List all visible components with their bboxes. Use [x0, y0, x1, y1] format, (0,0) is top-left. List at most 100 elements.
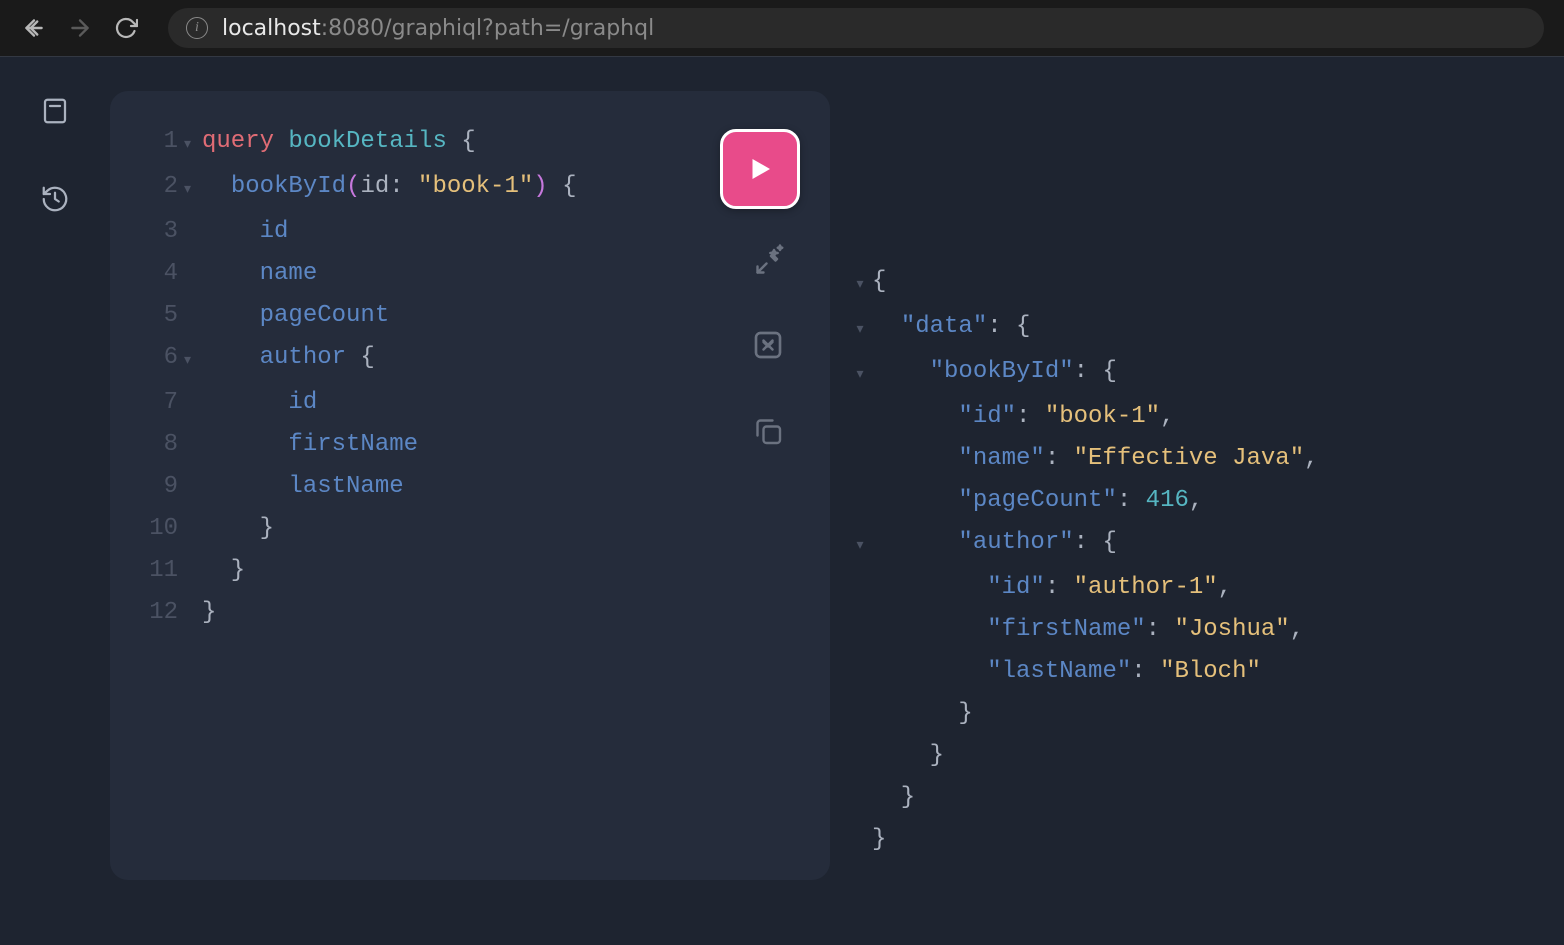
line-number: 4: [134, 253, 184, 295]
fold-icon[interactable]: ▾: [848, 351, 872, 396]
result-panel[interactable]: ▾{▾ "data": {▾ "bookById": { "id": "book…: [830, 57, 1564, 880]
fold-icon[interactable]: ▾: [184, 121, 202, 166]
result-line: }: [848, 693, 1544, 735]
history-icon[interactable]: [39, 183, 71, 215]
forward-button[interactable]: [66, 14, 94, 42]
result-line: "lastName": "Bloch": [848, 651, 1544, 693]
code-line: 3 id: [134, 211, 810, 253]
url-text: localhost:8080/graphiql?path=/graphql: [222, 16, 654, 41]
line-content: author {: [202, 337, 810, 382]
prettify-icon[interactable]: [750, 241, 786, 277]
line-content: "id": "author-1",: [872, 567, 1232, 609]
result-line: }: [848, 819, 1544, 861]
fold-icon: [848, 396, 872, 438]
graphiql-app: 1▾query bookDetails {2▾ bookById(id: "bo…: [0, 56, 1564, 880]
reload-button[interactable]: [112, 14, 140, 42]
line-content: "pageCount": 416,: [872, 480, 1203, 522]
code-line: 10 }: [134, 508, 810, 550]
line-number: 6: [134, 337, 184, 382]
result-line: "name": "Effective Java",: [848, 438, 1544, 480]
code-line: 6▾ author {: [134, 337, 810, 382]
fold-icon[interactable]: ▾: [848, 522, 872, 567]
line-content: {: [872, 261, 886, 306]
code-line: 9 lastName: [134, 466, 810, 508]
result-line: "firstName": "Joshua",: [848, 609, 1544, 651]
browser-toolbar: i localhost:8080/graphiql?path=/graphql: [0, 0, 1564, 56]
copy-icon[interactable]: [750, 413, 786, 449]
execute-button[interactable]: [720, 129, 800, 209]
line-number: 7: [134, 382, 184, 424]
line-content: "bookById": {: [872, 351, 1117, 396]
fold-icon: [184, 211, 202, 253]
result-line: ▾ "author": {: [848, 522, 1544, 567]
result-line: "id": "book-1",: [848, 396, 1544, 438]
sidebar: [0, 57, 110, 880]
line-number: 8: [134, 424, 184, 466]
line-content: query bookDetails {: [202, 121, 810, 166]
fold-icon: [848, 651, 872, 693]
fold-icon: [184, 592, 202, 634]
fold-icon: [184, 295, 202, 337]
line-content: "author": {: [872, 522, 1117, 567]
code-line: 11 }: [134, 550, 810, 592]
code-line: 5 pageCount: [134, 295, 810, 337]
line-number: 12: [134, 592, 184, 634]
editor-tools: [750, 241, 786, 449]
fold-icon: [848, 609, 872, 651]
fold-icon[interactable]: ▾: [184, 337, 202, 382]
line-content: }: [202, 508, 810, 550]
fold-icon[interactable]: ▾: [848, 261, 872, 306]
line-content: id: [202, 211, 810, 253]
line-number: 9: [134, 466, 184, 508]
line-content: "id": "book-1",: [872, 396, 1174, 438]
line-content: }: [872, 693, 973, 735]
line-content: lastName: [202, 466, 810, 508]
fold-icon[interactable]: ▾: [848, 306, 872, 351]
code-line: 1▾query bookDetails {: [134, 121, 810, 166]
line-content: pageCount: [202, 295, 810, 337]
result-line: ▾ "bookById": {: [848, 351, 1544, 396]
merge-icon[interactable]: [750, 327, 786, 363]
fold-icon: [184, 424, 202, 466]
result-line: }: [848, 735, 1544, 777]
fold-icon[interactable]: ▾: [184, 166, 202, 211]
line-content: "name": "Effective Java",: [872, 438, 1319, 480]
fold-icon: [184, 253, 202, 295]
fold-icon: [184, 466, 202, 508]
query-editor[interactable]: 1▾query bookDetails {2▾ bookById(id: "bo…: [110, 91, 830, 880]
fold-icon: [848, 480, 872, 522]
line-content: id: [202, 382, 810, 424]
line-content: }: [872, 735, 944, 777]
line-number: 5: [134, 295, 184, 337]
line-content: firstName: [202, 424, 810, 466]
back-button[interactable]: [20, 14, 48, 42]
line-number: 2: [134, 166, 184, 211]
url-bar[interactable]: i localhost:8080/graphiql?path=/graphql: [168, 8, 1544, 48]
line-content: "lastName": "Bloch": [872, 651, 1261, 693]
line-content: "firstName": "Joshua",: [872, 609, 1304, 651]
result-line: ▾ "data": {: [848, 306, 1544, 351]
result-line: }: [848, 777, 1544, 819]
line-number: 10: [134, 508, 184, 550]
line-content: name: [202, 253, 810, 295]
fold-icon: [848, 567, 872, 609]
info-icon[interactable]: i: [186, 17, 208, 39]
line-content: }: [872, 819, 886, 861]
code-line: 7 id: [134, 382, 810, 424]
docs-icon[interactable]: [39, 95, 71, 127]
fold-icon: [184, 382, 202, 424]
line-content: }: [202, 550, 810, 592]
result-line: ▾{: [848, 261, 1544, 306]
result-line: "id": "author-1",: [848, 567, 1544, 609]
line-content: bookById(id: "book-1") {: [202, 166, 810, 211]
fold-icon: [184, 550, 202, 592]
fold-icon: [184, 508, 202, 550]
query-editor-panel: 1▾query bookDetails {2▾ bookById(id: "bo…: [110, 91, 830, 880]
line-content: }: [872, 777, 915, 819]
code-line: 12}: [134, 592, 810, 634]
result-line: "pageCount": 416,: [848, 480, 1544, 522]
code-line: 4 name: [134, 253, 810, 295]
fold-icon: [848, 438, 872, 480]
fold-icon: [848, 777, 872, 819]
fold-icon: [848, 819, 872, 861]
